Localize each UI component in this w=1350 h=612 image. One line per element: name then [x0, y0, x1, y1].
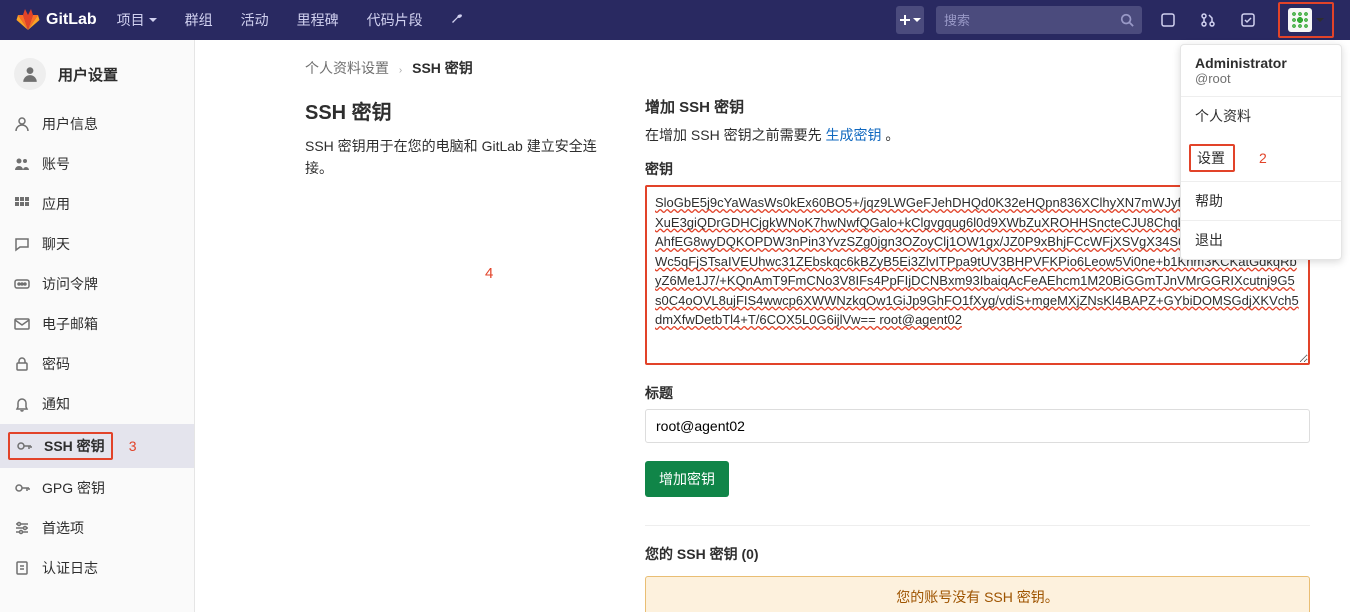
breadcrumb-root[interactable]: 个人资料设置 [305, 60, 389, 76]
annotation-3: 3 [129, 438, 137, 454]
title-field-label: 标题 [645, 383, 1310, 403]
divider [645, 525, 1310, 526]
sidebar-item-label: 账号 [42, 154, 70, 174]
dropdown-settings[interactable]: 设置 2 [1181, 135, 1341, 181]
sidebar-item-ssh-keys[interactable]: SSH 密钥 3 [0, 424, 194, 468]
pre-text-after: 。 [881, 127, 899, 143]
sidebar-item-preferences[interactable]: 首选项 [0, 508, 194, 548]
dropdown-user-name: Administrator [1195, 55, 1327, 71]
search-input[interactable] [944, 13, 1120, 28]
admin-wrench-icon[interactable] [443, 6, 471, 34]
sidebar-item-profile[interactable]: 用户信息 [0, 104, 194, 144]
sidebar-item-emails[interactable]: 电子邮箱 [0, 304, 194, 344]
key-icon [16, 438, 32, 454]
brand-logo[interactable]: GitLab [16, 8, 97, 32]
bell-icon [14, 396, 30, 412]
sidebar-title: 用户设置 [58, 64, 118, 85]
sidebar-item-label: 通知 [42, 394, 70, 414]
sidebar-item-password[interactable]: 密码 [0, 344, 194, 384]
sidebar-item-access-tokens[interactable]: 访问令牌 [0, 264, 194, 304]
page-heading: SSH 密钥 [305, 96, 605, 125]
your-keys-heading: 您的 SSH 密钥 (0) [645, 544, 1310, 564]
todos-icon[interactable] [1234, 6, 1262, 34]
dropdown-logout[interactable]: 退出 [1181, 221, 1341, 259]
key-icon [14, 480, 30, 496]
sidebar-item-label: 电子邮箱 [42, 314, 98, 334]
sidebar-item-label: 认证日志 [42, 558, 98, 578]
annotation-2: 2 [1259, 150, 1267, 166]
title-input[interactable] [645, 409, 1310, 443]
user-avatar-icon [14, 58, 46, 90]
new-dropdown-button[interactable] [896, 6, 924, 34]
user-dropdown: Administrator @root 个人资料 设置 2 帮助 退出 [1180, 44, 1342, 260]
sidebar-item-label: 密码 [42, 354, 70, 374]
description-column: SSH 密钥 SSH 密钥用于在您的电脑和 GitLab 建立安全连接。 [305, 96, 605, 612]
dropdown-settings-label: 设置 [1189, 144, 1235, 172]
sidebar-item-gpg-keys[interactable]: GPG 密钥 [0, 468, 194, 508]
breadcrumb: 个人资料设置 › SSH 密钥 [305, 40, 1310, 96]
dropdown-profile[interactable]: 个人资料 [1181, 97, 1341, 135]
generate-key-link[interactable]: 生成密钥 [825, 127, 881, 143]
sidebar-item-label: GPG 密钥 [42, 478, 105, 498]
plus-icon [899, 14, 911, 26]
nav-snippets[interactable]: 代码片段 [359, 10, 431, 30]
sidebar-item-applications[interactable]: 应用 [0, 184, 194, 224]
caret-down-icon [149, 18, 157, 22]
sidebar-item-chat[interactable]: 聊天 [0, 224, 194, 264]
search-box[interactable] [936, 6, 1142, 34]
gitlab-icon [16, 8, 40, 32]
sidebar: 用户设置 用户信息 账号 应用 聊天 访问令牌 电子邮箱 密码 通知 SSH 密… [0, 40, 195, 612]
sidebar-item-label: SSH 密钥 [44, 436, 105, 456]
sidebar-item-label: 访问令牌 [42, 274, 98, 294]
breadcrumb-current: SSH 密钥 [412, 60, 473, 76]
dropdown-help[interactable]: 帮助 [1181, 182, 1341, 220]
caret-down-icon [1316, 18, 1324, 22]
log-icon [14, 560, 30, 576]
avatar-icon [1288, 8, 1312, 32]
caret-down-icon [913, 18, 921, 22]
mail-icon [14, 316, 30, 332]
nav-activity[interactable]: 活动 [233, 10, 277, 30]
issues-icon[interactable] [1154, 6, 1182, 34]
merge-requests-icon[interactable] [1194, 6, 1222, 34]
sidebar-item-label: 用户信息 [42, 114, 98, 134]
nav-milestones[interactable]: 里程碑 [289, 10, 347, 30]
apps-icon [14, 196, 30, 212]
dropdown-user-header: Administrator @root [1181, 45, 1341, 97]
top-nav: GitLab 项目 群组 活动 里程碑 代码片段 [0, 0, 1350, 40]
sidebar-header: 用户设置 [0, 40, 194, 104]
sidebar-item-notifications[interactable]: 通知 [0, 384, 194, 424]
page-description: SSH 密钥用于在您的电脑和 GitLab 建立安全连接。 [305, 135, 605, 180]
sidebar-item-auth-log[interactable]: 认证日志 [0, 548, 194, 588]
nav-groups[interactable]: 群组 [177, 10, 221, 30]
pre-text-before: 在增加 SSH 密钥之前需要先 [645, 127, 825, 143]
sidebar-item-label: 应用 [42, 194, 70, 214]
nav-projects[interactable]: 项目 [109, 10, 165, 30]
user-avatar-button[interactable] [1278, 2, 1334, 38]
chevron-right-icon: › [399, 65, 402, 76]
search-icon [1120, 13, 1134, 27]
empty-keys-banner: 您的账号没有 SSH 密钥。 [645, 576, 1310, 612]
sidebar-item-label: 聊天 [42, 234, 70, 254]
brand-text: GitLab [46, 11, 97, 29]
dropdown-user-handle: @root [1195, 71, 1327, 86]
preferences-icon [14, 520, 30, 536]
sidebar-item-label: 首选项 [42, 518, 84, 538]
token-icon [14, 276, 30, 292]
lock-icon [14, 356, 30, 372]
add-key-button[interactable]: 增加密钥 [645, 461, 729, 497]
person-icon [14, 116, 30, 132]
chat-icon [14, 236, 30, 252]
main-content: 4 个人资料设置 › SSH 密钥 SSH 密钥 SSH 密钥用于在您的电脑和 … [195, 40, 1350, 612]
accounts-icon [14, 156, 30, 172]
sidebar-item-account[interactable]: 账号 [0, 144, 194, 184]
